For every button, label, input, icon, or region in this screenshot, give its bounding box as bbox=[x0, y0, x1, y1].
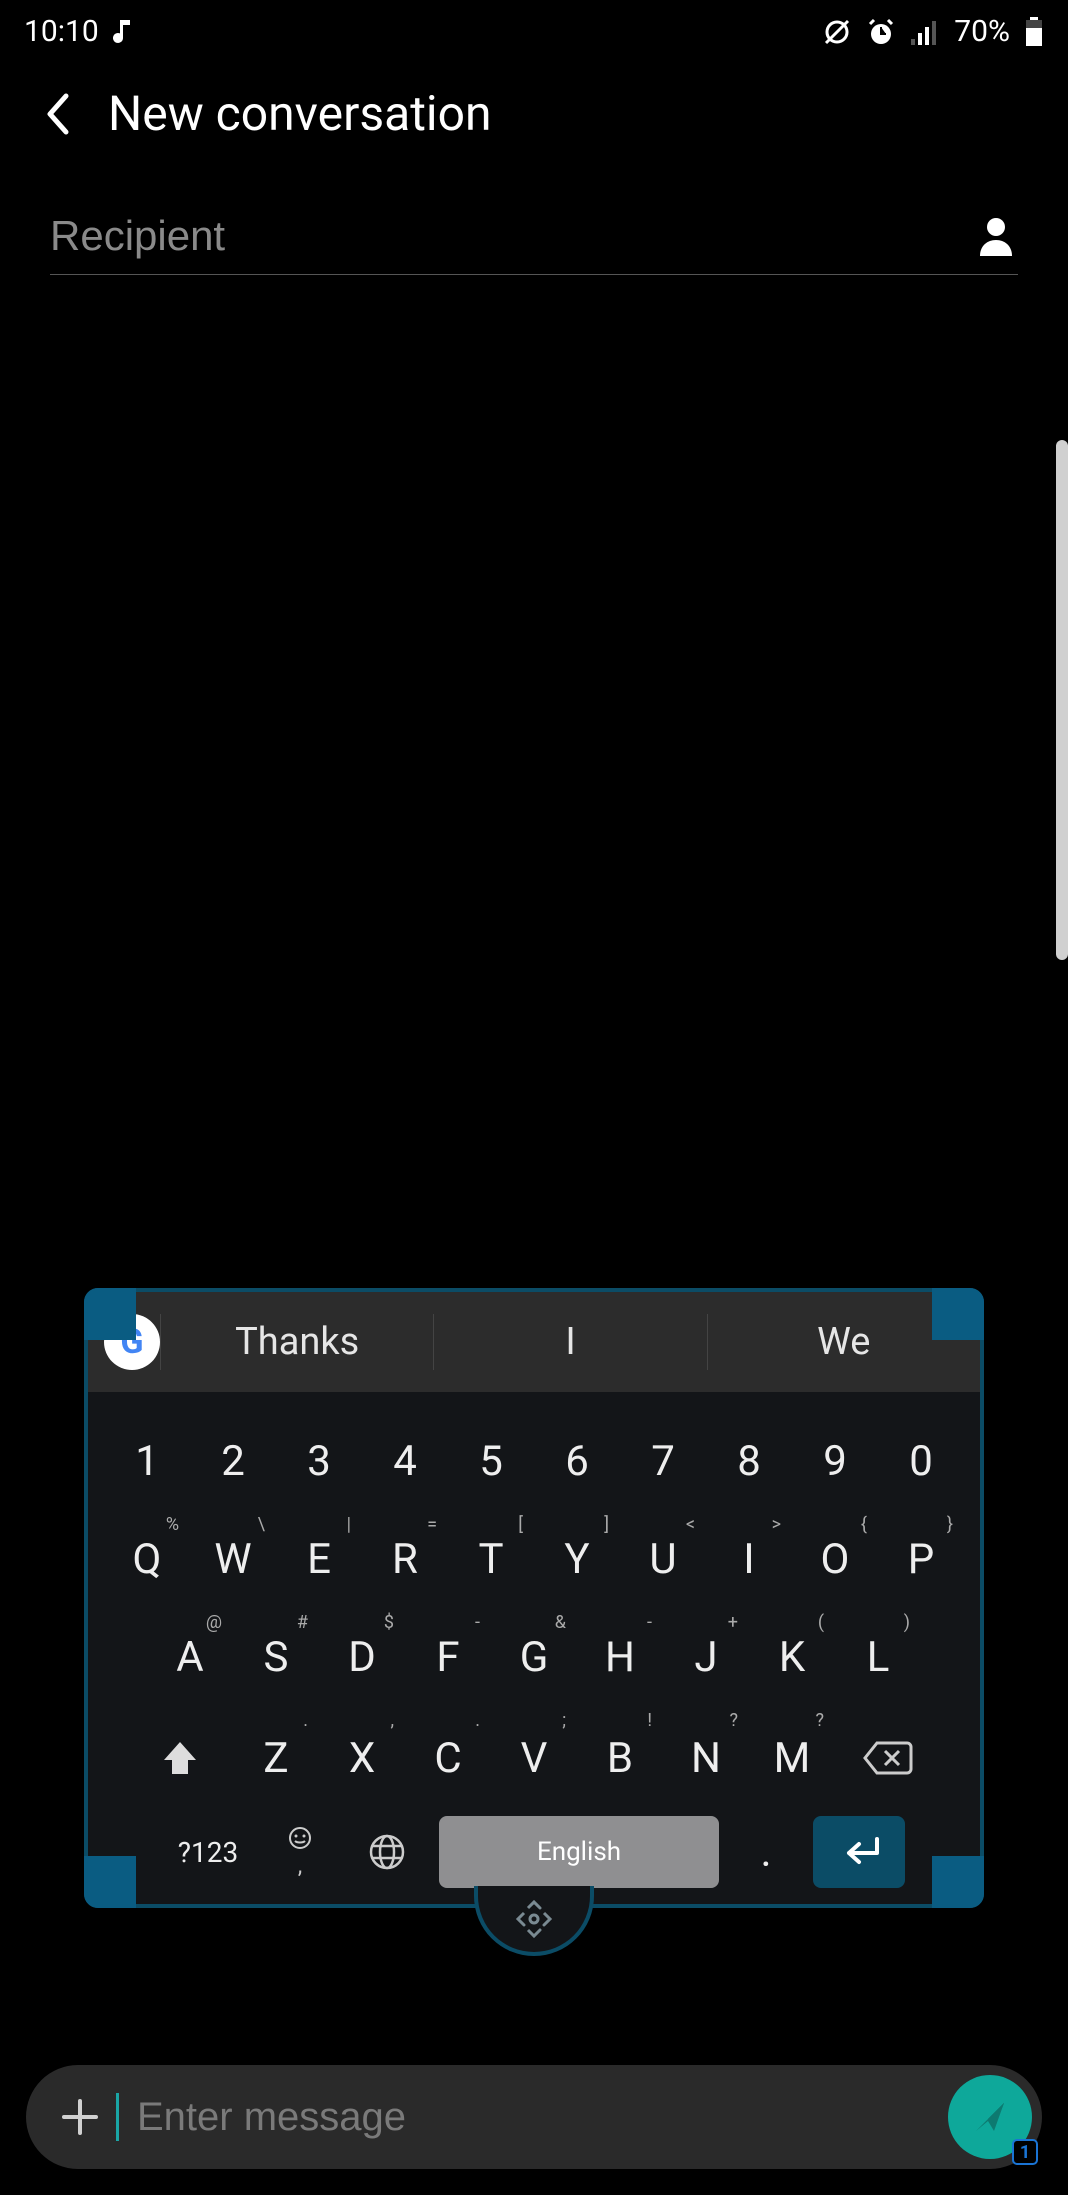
key-i[interactable]: >I bbox=[709, 1516, 789, 1602]
scrollbar[interactable] bbox=[1056, 440, 1068, 960]
attach-button[interactable] bbox=[50, 2095, 110, 2139]
key-k[interactable]: (K bbox=[752, 1614, 832, 1700]
key-t[interactable]: [T bbox=[451, 1516, 531, 1602]
key-s[interactable]: #S bbox=[236, 1614, 316, 1700]
alarm-icon bbox=[866, 17, 896, 47]
key-v[interactable]: ;V bbox=[494, 1712, 574, 1804]
key-u[interactable]: <U bbox=[623, 1516, 703, 1602]
key-x[interactable]: ,X bbox=[322, 1712, 402, 1804]
key-7[interactable]: 7 bbox=[623, 1418, 703, 1504]
contacts-button[interactable] bbox=[974, 216, 1018, 256]
suggestion-1[interactable]: Thanks bbox=[160, 1314, 433, 1370]
keyboard-handle[interactable] bbox=[474, 1886, 594, 1956]
key-row-2: %Q \W |E =R [T ]Y <U >I {O }P bbox=[88, 1516, 980, 1602]
text-caret bbox=[116, 2093, 119, 2141]
composer: 1 bbox=[26, 2065, 1042, 2169]
key-q[interactable]: %Q bbox=[107, 1516, 187, 1602]
key-6[interactable]: 6 bbox=[537, 1418, 617, 1504]
key-4[interactable]: 4 bbox=[365, 1418, 445, 1504]
status-time: 10:10 bbox=[24, 14, 99, 49]
kbd-corner bbox=[84, 1856, 136, 1908]
battery-icon bbox=[1024, 17, 1044, 47]
backspace-key[interactable] bbox=[838, 1712, 938, 1804]
send-button[interactable]: 1 bbox=[948, 2075, 1032, 2159]
key-e[interactable]: |E bbox=[279, 1516, 359, 1602]
key-y[interactable]: ]Y bbox=[537, 1516, 617, 1602]
kbd-corner bbox=[932, 1288, 984, 1340]
key-3[interactable]: 3 bbox=[279, 1418, 359, 1504]
kbd-corner bbox=[84, 1288, 136, 1340]
key-8[interactable]: 8 bbox=[709, 1418, 789, 1504]
key-row-3: @A #S $D -F &G -H +J (K )L bbox=[88, 1614, 980, 1700]
key-2[interactable]: 2 bbox=[193, 1418, 273, 1504]
signal-icon bbox=[910, 19, 940, 45]
key-1[interactable]: 1 bbox=[107, 1418, 187, 1504]
kbd-corner bbox=[932, 1856, 984, 1908]
key-o[interactable]: {O bbox=[795, 1516, 875, 1602]
message-input[interactable] bbox=[137, 2095, 948, 2140]
status-bar: 10:10 70% bbox=[0, 0, 1068, 59]
key-row-4: .Z ,X .C ;V !B ?N ?M bbox=[88, 1712, 980, 1804]
key-c[interactable]: .C bbox=[408, 1712, 488, 1804]
music-icon bbox=[113, 17, 137, 47]
key-d[interactable]: $D bbox=[322, 1614, 402, 1700]
key-m[interactable]: ?M bbox=[752, 1712, 832, 1804]
key-f[interactable]: -F bbox=[408, 1614, 488, 1700]
battery-text: 70% bbox=[954, 14, 1010, 49]
recipient-row bbox=[50, 212, 1018, 275]
key-p[interactable]: }P bbox=[881, 1516, 961, 1602]
space-key[interactable]: English bbox=[439, 1816, 719, 1888]
back-button[interactable] bbox=[44, 97, 78, 131]
sim-badge: 1 bbox=[1012, 2139, 1038, 2165]
key-h[interactable]: -H bbox=[580, 1614, 660, 1700]
key-w[interactable]: \W bbox=[193, 1516, 273, 1602]
key-5[interactable]: 5 bbox=[451, 1418, 531, 1504]
key-row-1: 1 2 3 4 5 6 7 8 9 0 bbox=[88, 1418, 980, 1504]
enter-key[interactable] bbox=[813, 1816, 905, 1888]
recipient-input[interactable] bbox=[50, 212, 974, 260]
key-n[interactable]: ?N bbox=[666, 1712, 746, 1804]
suggestion-2[interactable]: I bbox=[433, 1314, 706, 1370]
period-key[interactable]: . bbox=[731, 1816, 801, 1888]
page-title: New conversation bbox=[108, 85, 491, 142]
dnd-icon bbox=[822, 17, 852, 47]
key-z[interactable]: .Z bbox=[236, 1712, 316, 1804]
keyboard: G Thanks I We 1 2 3 4 5 6 7 8 9 0 %Q \W … bbox=[84, 1288, 984, 1908]
key-9[interactable]: 9 bbox=[795, 1418, 875, 1504]
suggestion-row: G Thanks I We bbox=[88, 1292, 980, 1392]
key-b[interactable]: !B bbox=[580, 1712, 660, 1804]
key-0[interactable]: 0 bbox=[881, 1418, 961, 1504]
key-row-5: ?123 , English . bbox=[88, 1816, 980, 1888]
language-key[interactable] bbox=[347, 1816, 427, 1888]
symbols-key[interactable]: ?123 bbox=[163, 1816, 253, 1888]
key-r[interactable]: =R bbox=[365, 1516, 445, 1602]
header: New conversation bbox=[0, 59, 1068, 178]
key-l[interactable]: )L bbox=[838, 1614, 918, 1700]
key-a[interactable]: @A bbox=[150, 1614, 230, 1700]
shift-key[interactable] bbox=[130, 1712, 230, 1804]
key-j[interactable]: +J bbox=[666, 1614, 746, 1700]
key-g[interactable]: &G bbox=[494, 1614, 574, 1700]
emoji-key[interactable]: , bbox=[265, 1816, 335, 1888]
